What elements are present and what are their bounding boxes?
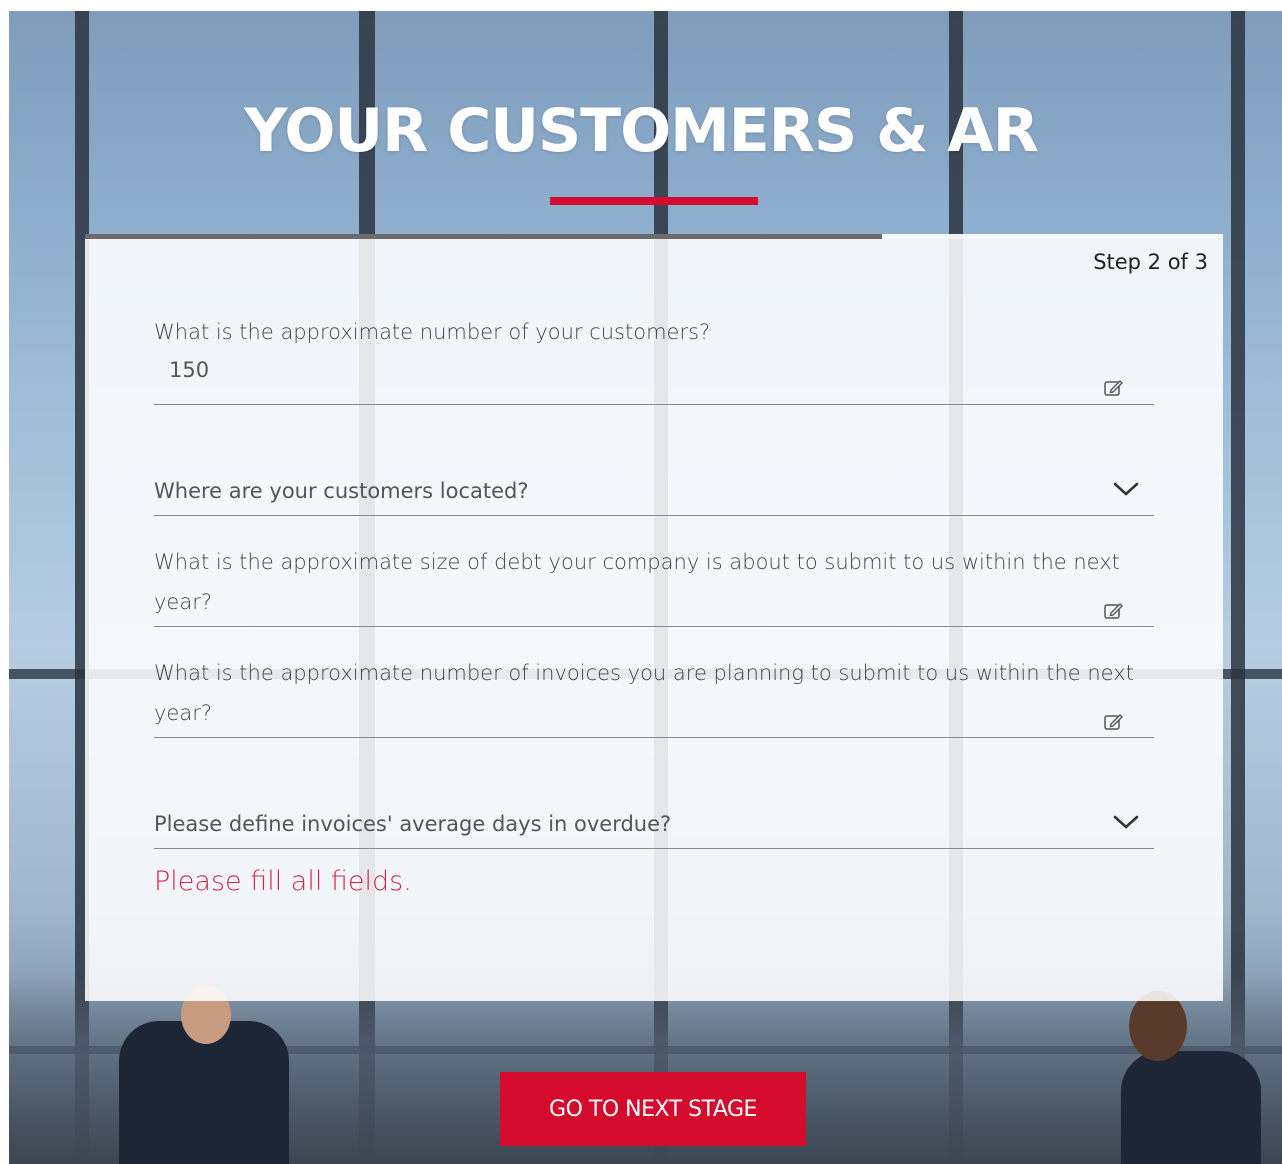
- invoices-count-label-line1: What is the approximate number of invoic…: [154, 661, 1134, 685]
- invoices-count-field[interactable]: What is the approximate number of invoic…: [154, 653, 1154, 738]
- overdue-days-placeholder: Please define invoices' average days in …: [154, 812, 672, 836]
- title-underline: [550, 197, 758, 205]
- overdue-days-select[interactable]: Please define invoices' average days in …: [154, 804, 1154, 849]
- customers-count-label: What is the approximate number of your c…: [154, 320, 711, 344]
- person-right: [1121, 1051, 1261, 1164]
- debt-size-label-line2: year?: [154, 590, 212, 614]
- page-title: YOUR CUSTOMERS & AR: [244, 96, 1039, 166]
- customers-location-select[interactable]: Where are your customers located?: [154, 471, 1154, 516]
- edit-icon[interactable]: [1104, 713, 1124, 731]
- progress-track: [85, 234, 1223, 239]
- next-stage-button[interactable]: GO TO NEXT STAGE: [500, 1072, 806, 1146]
- progress-bar: [85, 234, 882, 239]
- debt-size-label-line1: What is the approximate size of debt you…: [154, 550, 1120, 574]
- customers-count-input[interactable]: 150: [154, 352, 1154, 388]
- debt-size-field[interactable]: What is the approximate size of debt you…: [154, 542, 1154, 627]
- step-indicator: Step 2 of 3: [1093, 250, 1208, 274]
- chevron-down-icon[interactable]: [1113, 814, 1139, 830]
- edit-icon[interactable]: [1104, 379, 1124, 397]
- customers-location-placeholder: Where are your customers located?: [154, 479, 529, 503]
- person-right-head: [1129, 991, 1187, 1061]
- chevron-down-icon[interactable]: [1113, 481, 1139, 497]
- edit-icon[interactable]: [1104, 602, 1124, 620]
- invoices-count-label-line2: year?: [154, 701, 212, 725]
- error-message: Please fill all fields.: [154, 866, 412, 897]
- form-panel: Step 2 of 3 What is the approximate numb…: [85, 234, 1223, 1001]
- customers-count-field[interactable]: What is the approximate number of your c…: [154, 312, 1154, 405]
